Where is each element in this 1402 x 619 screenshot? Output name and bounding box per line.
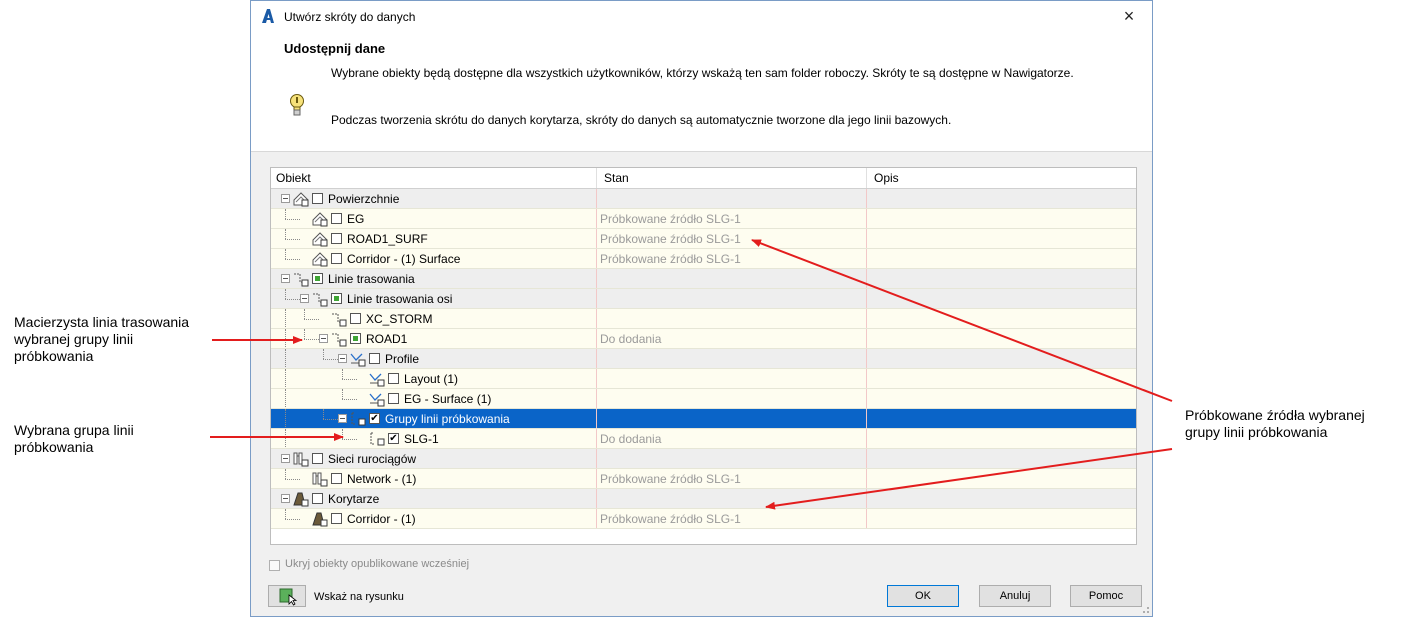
arrow-to-surfaces <box>751 239 1173 402</box>
callout-arrows <box>210 239 1173 510</box>
arrow-to-corridor <box>765 448 1173 510</box>
